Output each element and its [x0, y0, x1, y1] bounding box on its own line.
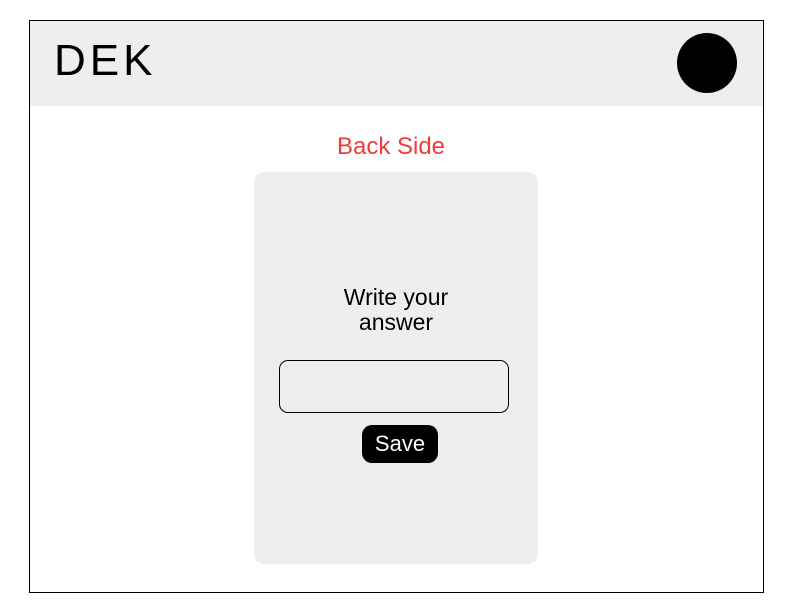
answer-input[interactable] — [279, 360, 509, 413]
app-logo[interactable]: DEK — [54, 35, 156, 87]
app-frame: DEK Back Side Write your answer Save — [29, 20, 764, 593]
flashcard: Write your answer Save — [254, 172, 538, 564]
app-header: DEK — [30, 21, 763, 106]
answer-prompt: Write your answer — [343, 284, 449, 335]
card-side-label: Back Side — [336, 133, 446, 160]
user-avatar-icon[interactable] — [677, 33, 737, 93]
save-button[interactable]: Save — [362, 425, 438, 463]
